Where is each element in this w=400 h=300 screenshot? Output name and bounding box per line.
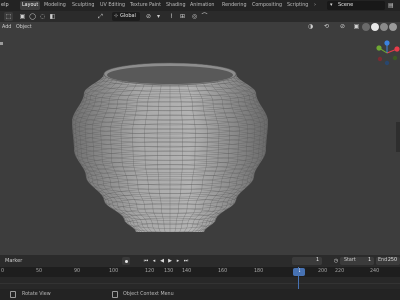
lasso-select-icon[interactable]: ◌ [38,12,47,21]
ruler-tick: 240 [370,269,380,274]
mouse-right-icon [112,291,118,298]
vase-opening [107,66,233,84]
box-select-icon[interactable]: ▣ [18,12,27,21]
snap-icon[interactable]: ⌇ [167,12,176,21]
more-tabs-chevron-icon[interactable]: › [314,1,316,10]
ruler-tick: 140 [182,269,192,274]
invert-select-icon[interactable]: ◧ [48,12,57,21]
marker-menu[interactable]: Marker [5,256,22,266]
pivot-dropdown-chevron-icon[interactable]: ▾ [154,12,163,21]
auto-keying-button[interactable] [122,257,130,265]
ruler-tick: 120 [145,269,155,274]
jump-start-icon[interactable]: ⏮ [142,257,150,265]
transform-orientation-dropdown[interactable]: ⊹ Global [112,12,140,21]
tab-uv-editing[interactable]: UV Editing [100,1,125,10]
ruler-tick: 220 [335,269,345,274]
ruler-tick: 130 [164,269,174,274]
ruler-tick: 180 [254,269,264,274]
status-center-action: Object Context Menu [123,292,174,297]
tab-rendering[interactable]: Rendering [222,1,247,10]
preview-range-icon[interactable]: ◷ [332,257,340,265]
transform-orientation-value: Global [120,13,136,19]
current-frame-field[interactable]: 1 [292,257,322,265]
tab-layout[interactable]: Layout [20,1,41,10]
proportional-falloff-icon[interactable]: ⌒ [200,12,209,21]
playhead-line[interactable] [298,267,299,289]
tab-animation[interactable]: Animation [190,1,214,10]
start-value: 1 [367,258,371,263]
prev-keyframe-icon[interactable]: ◂ [150,257,158,265]
ruler-tick: 50 [36,269,43,274]
vase-mesh[interactable] [0,22,400,255]
play-reverse-icon[interactable]: ◀ [158,257,166,265]
tab-shading[interactable]: Shading [166,1,186,10]
ruler-tick: 90 [74,269,81,274]
tab-texture-paint[interactable]: Texture Paint [130,1,161,10]
tool-header: ⬚ ▣ ◯ ◌ ◧ ⤢ ⊹ Global ⊘ ▾ ⌇ ⊞ ◎ ⌒ Options [0,11,400,30]
proportional-editing-icon[interactable]: ◎ [190,12,199,21]
start-frame-field[interactable]: Start 1 [340,257,374,265]
orientation-axes-icon: ⊹ [114,13,119,19]
mouse-left-icon [10,291,16,298]
timeline-track[interactable] [0,277,400,289]
timeline-header: Marker ⏮ ◂ ◀ ▶ ▸ ⏭ 1 ◷ Start 1 End 250 [0,255,400,267]
select-mode-icon[interactable]: ⬚ [4,12,13,21]
tab-compositing[interactable]: Compositing [252,1,282,10]
track-divider [0,283,400,284]
help-menu[interactable]: elp [1,1,9,10]
status-left-action: Rotate View [22,292,51,297]
ruler-tick: 160 [218,269,228,274]
ruler-tick: 0 [1,269,5,274]
pivot-point-icon[interactable]: ⊘ [144,12,153,21]
ruler-tick: 200 [318,269,328,274]
tab-modeling[interactable]: Modeling [44,1,66,10]
ruler-tick: 100 [109,269,119,274]
record-icon [124,259,128,263]
scene-icon: ▾ [330,2,333,8]
start-label: Start [344,258,356,263]
scene-name: Scene [338,2,354,8]
scene-selector[interactable]: ▾ Scene [327,1,385,10]
tab-sculpting[interactable]: Sculpting [72,1,94,10]
play-icon[interactable]: ▶ [166,257,174,265]
status-bar: Rotate View Object Context Menu [0,289,400,300]
snap-target-icon[interactable]: ⊞ [178,12,187,21]
timeline-ruler[interactable]: 0 50 90 100 120 130 140 160 180 200 220 … [0,267,400,277]
end-label: End [378,258,388,263]
tab-scripting[interactable]: Scripting [287,1,308,10]
transform-orientation-icon[interactable]: ⤢ [96,12,105,21]
next-keyframe-icon[interactable]: ▸ [174,257,182,265]
end-frame-field[interactable]: End 250 [376,257,400,265]
top-bar: elp Layout Modeling Sculpting UV Editing… [0,0,400,11]
playhead-frame-badge[interactable]: 1 [293,268,305,276]
end-value: 250 [387,258,397,263]
jump-end-icon[interactable]: ⏭ [182,257,190,265]
3d-viewport[interactable]: Add Object ◑ ⟲ ⊘ ▣ [0,22,400,255]
circle-select-icon[interactable]: ◯ [28,12,37,21]
view-layer-icon[interactable]: ▤ [388,1,398,10]
